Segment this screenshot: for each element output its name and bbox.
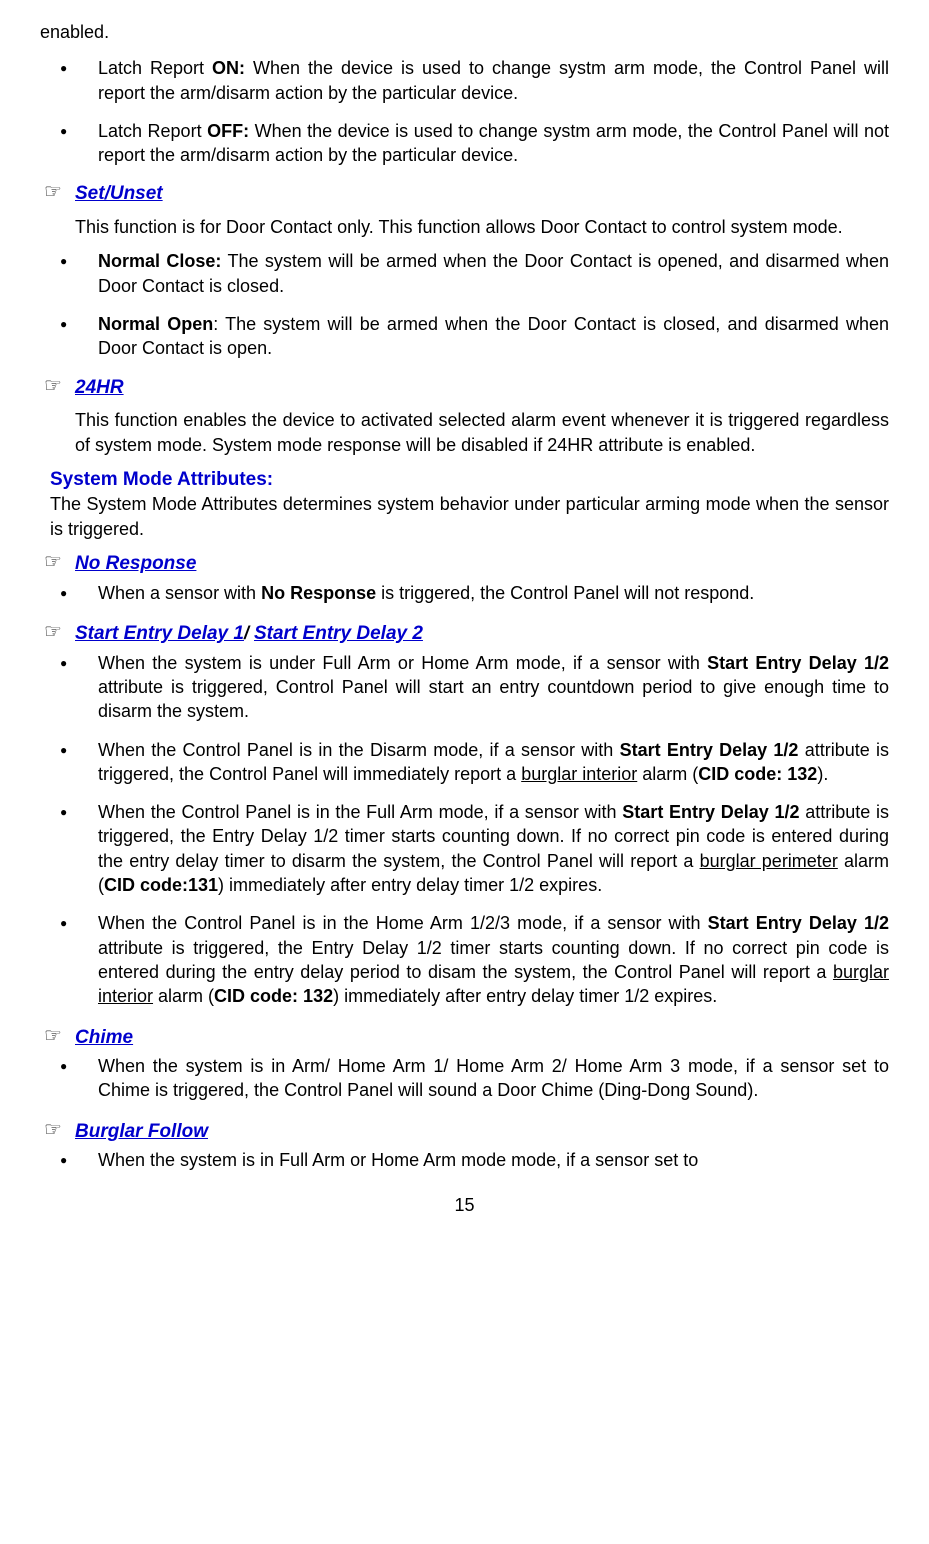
setunset-section: Set/Unset xyxy=(40,181,889,207)
latch-on-label: ON: xyxy=(212,58,245,78)
noresponse-list: When a sensor with No Response is trigge… xyxy=(40,581,889,605)
sysmode-header: System Mode Attributes: xyxy=(40,467,889,493)
setunset-desc: This function is for Door Contact only. … xyxy=(40,215,889,239)
ed-b1-bold: Start Entry Delay 1/2 xyxy=(707,653,889,673)
chime-list: When the system is in Arm/ Home Arm 1/ H… xyxy=(40,1054,889,1103)
latch-off-prefix: Latch Report xyxy=(98,121,207,141)
normalopen-text: : The system will be armed when the Door… xyxy=(98,314,889,358)
latch-on-item: Latch Report ON: When the device is used… xyxy=(40,56,889,105)
setunset-title: Set/Unset xyxy=(75,183,163,204)
entrydelay-b4: When the Control Panel is in the Home Ar… xyxy=(40,911,889,1008)
ed-b3-ul: burglar perimeter xyxy=(700,851,838,871)
entrydelay-b2: When the Control Panel is in the Disarm … xyxy=(40,738,889,787)
noresponse-section: No Response xyxy=(40,551,889,577)
burglar-section: Burglar Follow xyxy=(40,1119,889,1145)
ed-b1-post: attribute is triggered, Control Panel wi… xyxy=(98,677,889,721)
hr24-title: 24HR xyxy=(75,377,124,398)
hr24-desc: This function enables the device to acti… xyxy=(40,408,889,457)
ed-b1-pre: When the system is under Full Arm or Hom… xyxy=(98,653,707,673)
entrydelay-b1: When the system is under Full Arm or Hom… xyxy=(40,651,889,724)
noresponse-pre: When a sensor with xyxy=(98,583,261,603)
latch-off-label: OFF: xyxy=(207,121,249,141)
ed-b3-pre: When the Control Panel is in the Full Ar… xyxy=(98,802,622,822)
burglar-list: When the system is in Full Arm or Home A… xyxy=(40,1148,889,1172)
entrydelay-section: Start Entry Delay 1/ Start Entry Delay 2 xyxy=(40,621,889,647)
normalclose-item: Normal Close: The system will be armed w… xyxy=(40,249,889,298)
ed-b4-post1: alarm ( xyxy=(153,986,214,1006)
noresponse-item: When a sensor with No Response is trigge… xyxy=(40,581,889,605)
ed-b2-bold2: CID code: 132 xyxy=(698,764,817,784)
latch-on-prefix: Latch Report xyxy=(98,58,212,78)
normalopen-item: Normal Open: The system will be armed wh… xyxy=(40,312,889,361)
ed-b3-post2: ) immediately after entry delay timer 1/… xyxy=(218,875,602,895)
ed-b4-bold: Start Entry Delay 1/2 xyxy=(708,913,889,933)
normalclose-label: Normal Close: xyxy=(98,251,221,271)
ed-b2-post2: ). xyxy=(817,764,828,784)
chime-title: Chime xyxy=(75,1027,133,1048)
page-number: 15 xyxy=(40,1193,889,1217)
burglar-b1: When the system is in Full Arm or Home A… xyxy=(40,1148,889,1172)
normalopen-label: Normal Open xyxy=(98,314,213,334)
setunset-list: Normal Close: The system will be armed w… xyxy=(40,249,889,360)
entrydelay-title1: Start Entry Delay 1 xyxy=(75,623,244,644)
sysmode-desc: The System Mode Attributes determines sy… xyxy=(40,492,889,541)
ed-b2-ul: burglar interior xyxy=(521,764,637,784)
ed-b2-post1: alarm ( xyxy=(637,764,698,784)
ed-b4-mid: attribute is triggered, the Entry Delay … xyxy=(98,938,889,982)
ed-b3-bold: Start Entry Delay 1/2 xyxy=(622,802,799,822)
burglar-title: Burglar Follow xyxy=(75,1121,208,1142)
ed-b4-bold2: CID code: 132 xyxy=(214,986,333,1006)
latch-list: Latch Report ON: When the device is used… xyxy=(40,56,889,167)
noresponse-title: No Response xyxy=(75,553,196,574)
ed-b4-pre: When the Control Panel is in the Home Ar… xyxy=(98,913,708,933)
chime-b1: When the system is in Arm/ Home Arm 1/ H… xyxy=(40,1054,889,1103)
ed-b2-pre: When the Control Panel is in the Disarm … xyxy=(98,740,620,760)
entrydelay-b3: When the Control Panel is in the Full Ar… xyxy=(40,800,889,897)
entrydelay-slash: / xyxy=(244,623,254,643)
entrydelay-title2: Start Entry Delay 2 xyxy=(254,623,423,644)
ed-b3-bold2: CID code:131 xyxy=(104,875,218,895)
entrydelay-list: When the system is under Full Arm or Hom… xyxy=(40,651,889,1009)
chime-section: Chime xyxy=(40,1025,889,1051)
noresponse-bold: No Response xyxy=(261,583,376,603)
noresponse-post: is triggered, the Control Panel will not… xyxy=(376,583,754,603)
ed-b2-bold: Start Entry Delay 1/2 xyxy=(620,740,799,760)
ed-b4-post2: ) immediately after entry delay timer 1/… xyxy=(333,986,717,1006)
latch-off-item: Latch Report OFF: When the device is use… xyxy=(40,119,889,168)
top-enabled-text: enabled. xyxy=(40,20,889,44)
hr24-section: 24HR xyxy=(40,375,889,401)
